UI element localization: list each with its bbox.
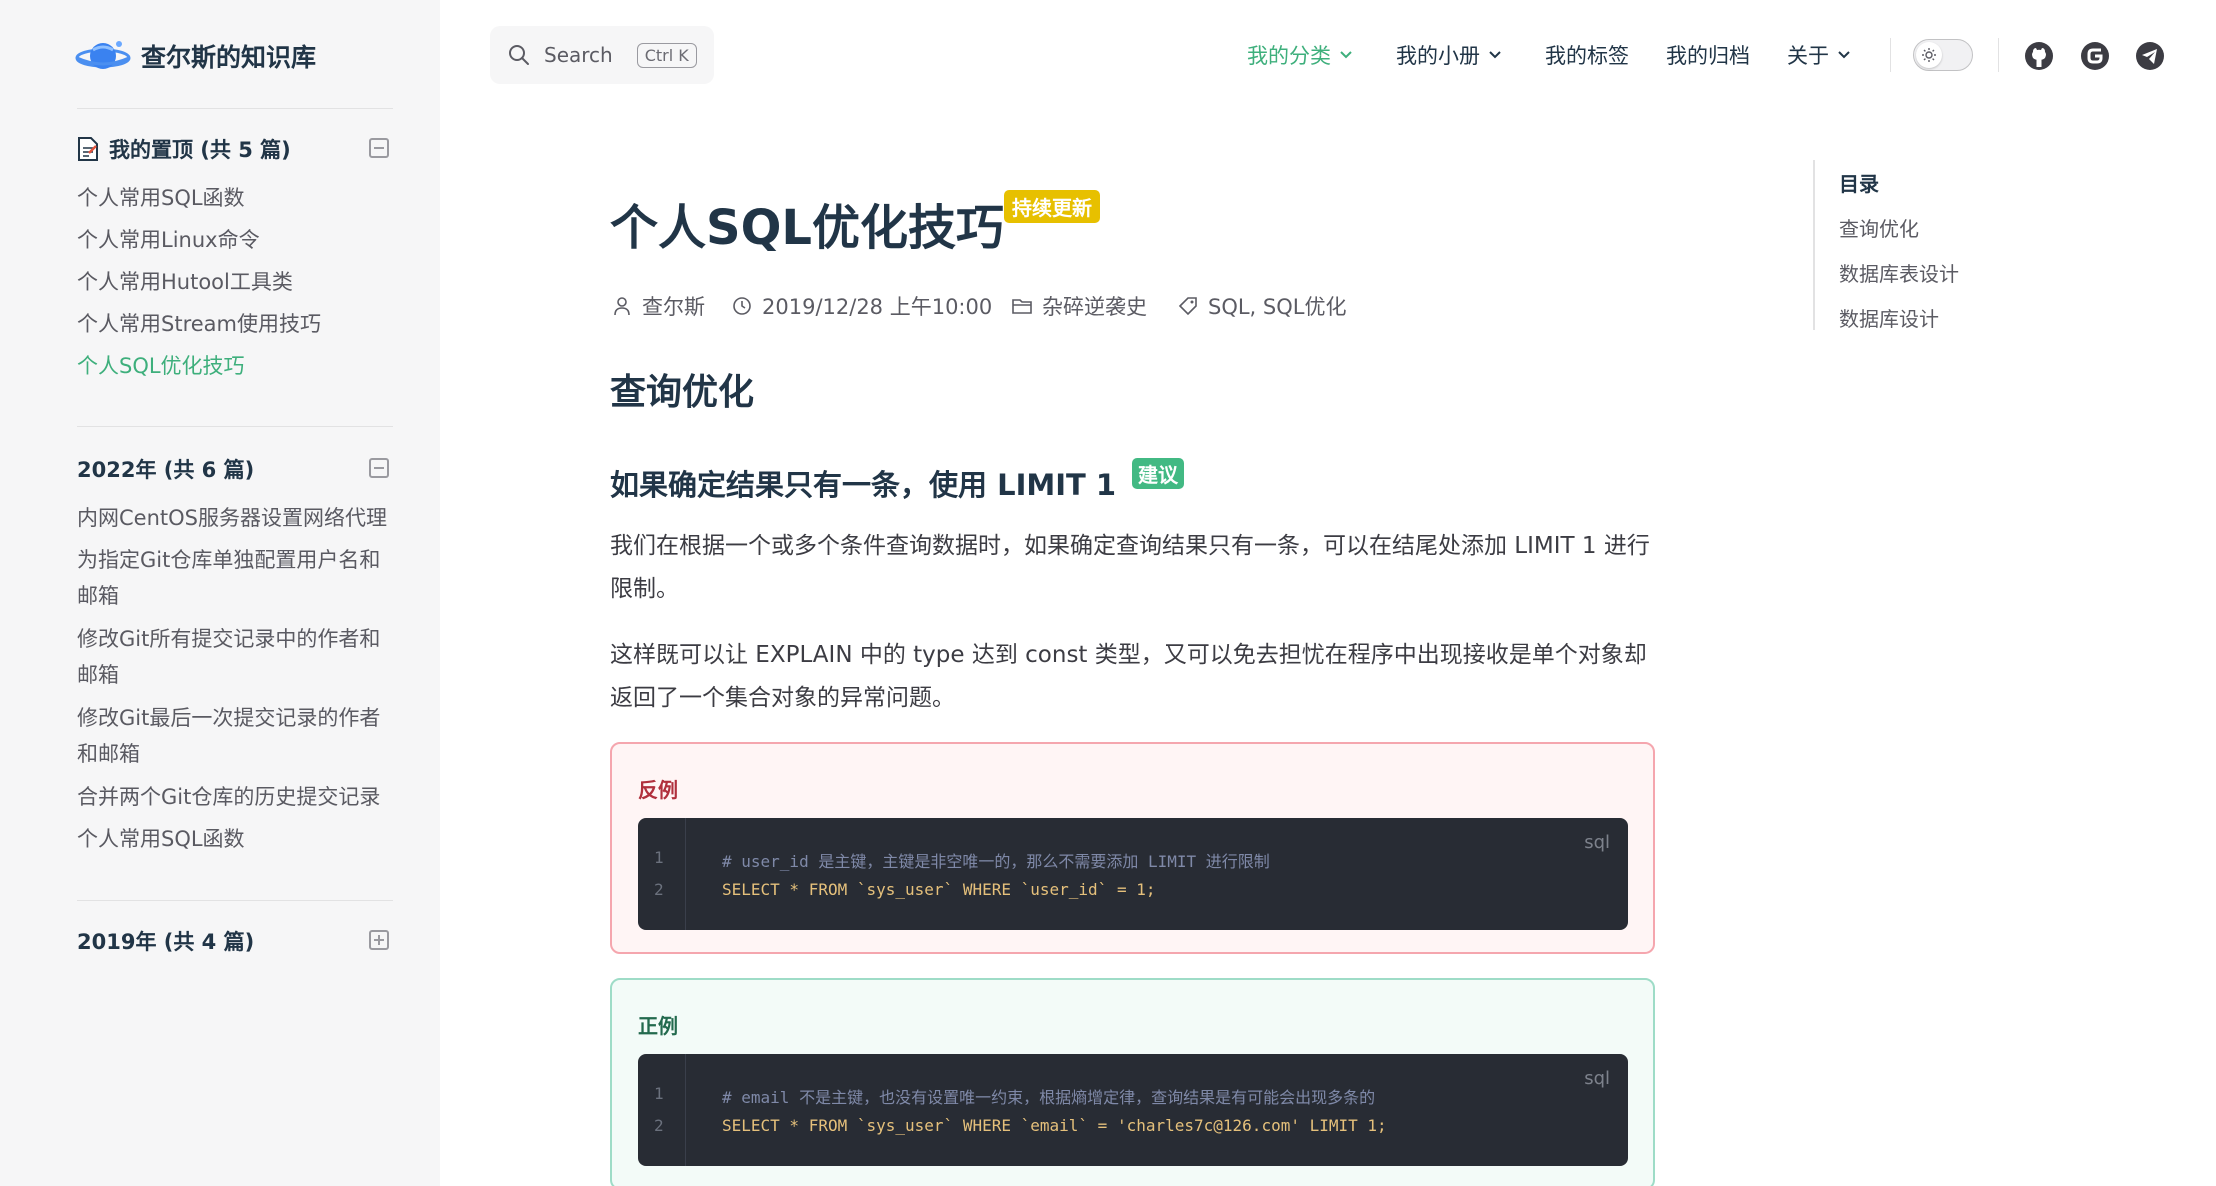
meta-author[interactable]: 查尔斯 [612, 292, 705, 320]
brand-title: 查尔斯的知识库 [141, 43, 317, 72]
sidebar-group-label: 2022年 (共 6 篇) [77, 458, 255, 482]
theme-toggle[interactable] [1913, 39, 1973, 71]
gitee-icon[interactable] [2080, 41, 2110, 71]
sidebar-item[interactable]: 个人常用SQL函数 [77, 821, 397, 857]
clock-icon [733, 297, 751, 315]
code-comment: # user_id 是主键，主键是非空唯一的，那么不需要添加 LIMIT 进行限… [722, 852, 1270, 871]
line-number-gutter [638, 1054, 686, 1166]
sidebar-group-label: 我的置顶 (共 5 篇) [109, 138, 291, 162]
toc-item[interactable]: 数据库表设计 [1839, 258, 2073, 287]
sidebar-item[interactable]: 个人常用Linux命令 [77, 222, 397, 258]
chevron-down-icon [1340, 51, 1352, 59]
nav-item-label: 我的标签 [1545, 44, 1629, 68]
subsection-heading: 如果确定结果只有一条，使用 LIMIT 1 [610, 468, 1117, 502]
meta-author-text: 查尔斯 [642, 295, 705, 319]
sidebar-item[interactable]: 修改Git所有提交记录中的作者和邮箱 [77, 621, 397, 693]
toc-item[interactable]: 查询优化 [1839, 213, 2073, 242]
code-block[interactable]: 1 2 # user_id 是主键，主键是非空唯一的，那么不需要添加 LIMIT… [638, 818, 1628, 930]
line-number: 2 [654, 1116, 664, 1135]
sidebar-item[interactable]: 合并两个Git仓库的历史提交记录 [77, 779, 397, 815]
collapse-icon[interactable] [369, 458, 389, 478]
meta-date: 2019/12/28 上午10:00 [732, 292, 992, 320]
nav-item-archives[interactable]: 我的归档 [1666, 40, 1750, 70]
sidebar-item-active[interactable]: 个人SQL优化技巧 [77, 348, 397, 384]
line-number: 2 [654, 880, 664, 899]
meta-tags-text: SQL, SQL优化 [1208, 295, 1347, 319]
meta-category[interactable]: 杂碎逆袭史 [1012, 292, 1147, 320]
nav-divider [1890, 38, 1891, 72]
code-block[interactable]: 1 2 # email 不是主键，也没有设置唯一约束，根据熵增定律，查询结果是有… [638, 1054, 1628, 1166]
status-badge: 持续更新 [1004, 190, 1100, 223]
nav-item-categories[interactable]: 我的分类 [1247, 40, 1353, 70]
sidebar-divider [77, 108, 393, 109]
danger-block-title: 反例 [638, 778, 678, 802]
nav-item-label: 我的归档 [1666, 44, 1750, 68]
nav-item-label: 关于 [1787, 44, 1829, 68]
sidebar-item[interactable]: 修改Git最后一次提交记录的作者和邮箱 [77, 700, 397, 772]
sidebar-group-2022-title[interactable]: 2022年 (共 6 篇) [77, 454, 254, 484]
toc-item[interactable]: 数据库设计 [1839, 303, 2073, 332]
search-shortcut-key: Ctrl K [636, 42, 697, 68]
chevron-down-icon [1489, 51, 1501, 59]
sidebar-group-2019-title[interactable]: 2019年 (共 4 篇) [77, 926, 254, 956]
sidebar-item[interactable]: 个人常用SQL函数 [77, 180, 397, 216]
line-number: 1 [654, 1084, 664, 1103]
telegram-icon[interactable] [2135, 41, 2165, 71]
tag-icon [1178, 297, 1197, 316]
sidebar: 查尔斯的知识库 我的置顶 (共 5 篇) 个人常用SQL函数 个人常用Linux… [0, 0, 440, 1186]
search-icon [509, 45, 529, 65]
code-language-label: sql [1584, 832, 1610, 853]
paragraph: 我们在根据一个或多个条件查询数据时，如果确定查询结果只有一条，可以在结尾处添加 … [610, 533, 1650, 602]
toc-title: 目录 [1839, 172, 1879, 196]
nav-item-tags[interactable]: 我的标签 [1545, 40, 1629, 70]
paragraph: 这样既可以让 EXPLAIN 中的 type 达到 const 类型，又可以免去… [610, 642, 1647, 711]
danger-block: 反例 1 2 # user_id 是主键，主键是非空唯一的，那么不需要添加 LI… [610, 742, 1655, 954]
sidebar-item[interactable]: 为指定Git仓库单独配置用户名和邮箱 [77, 542, 397, 614]
section-heading: 查询优化 [610, 372, 755, 413]
user-icon [614, 297, 630, 316]
line-number-gutter [638, 818, 686, 930]
search-button[interactable]: Search Ctrl K [490, 26, 714, 84]
meta-date-text: 2019/12/28 上午10:00 [762, 295, 993, 319]
search-label: Search [544, 43, 613, 67]
nav-item-label: 我的分类 [1247, 44, 1331, 68]
chevron-down-icon [1838, 51, 1850, 59]
code-language-label: sql [1584, 1068, 1610, 1089]
nav-item-label: 我的小册 [1396, 44, 1480, 68]
meta-tags[interactable]: SQL, SQL优化 [1178, 292, 1346, 320]
sidebar-divider [77, 426, 393, 427]
brand[interactable]: 查尔斯的知识库 [75, 34, 316, 78]
github-icon[interactable] [2024, 41, 2054, 71]
sidebar-item[interactable]: 个人常用Hutool工具类 [77, 264, 397, 300]
code-comment: # email 不是主键，也没有设置唯一约束，根据熵增定律，查询结果是有可能会出… [722, 1088, 1376, 1107]
sidebar-item[interactable]: 个人常用Stream使用技巧 [77, 306, 397, 342]
table-of-contents: 目录 查询优化 数据库表设计 数据库设计 [1813, 160, 2073, 332]
folder-icon [1012, 299, 1032, 314]
sidebar-divider [77, 900, 393, 901]
planet-logo-icon [75, 41, 131, 69]
tip-block-title: 正例 [638, 1014, 678, 1038]
collapse-icon[interactable] [369, 138, 389, 158]
tip-block: 正例 1 2 # email 不是主键，也没有设置唯一约束，根据熵增定律，查询结… [610, 978, 1655, 1186]
nav-divider [1998, 38, 1999, 72]
page-title: 个人SQL优化技巧 [610, 200, 1004, 256]
sun-icon [1922, 48, 1936, 62]
nav-item-about[interactable]: 关于 [1787, 40, 1851, 70]
tip-badge: 建议 [1132, 458, 1184, 489]
nav-item-booklets[interactable]: 我的小册 [1396, 40, 1502, 70]
meta-category-text: 杂碎逆袭史 [1042, 295, 1147, 319]
line-number: 1 [654, 848, 664, 867]
sidebar-item[interactable]: 内网CentOS服务器设置网络代理 [77, 500, 397, 536]
expand-icon[interactable] [369, 930, 389, 950]
sidebar-group-pinned-title[interactable]: 我的置顶 (共 5 篇) [77, 134, 291, 164]
code-line: SELECT * FROM `sys_user` WHERE `user_id`… [722, 880, 1156, 899]
theme-toggle-knob [1916, 42, 1942, 68]
sidebar-group-label: 2019年 (共 4 篇) [77, 930, 255, 954]
code-line: SELECT * FROM `sys_user` WHERE `email` =… [722, 1116, 1387, 1135]
document-icon [78, 137, 98, 161]
